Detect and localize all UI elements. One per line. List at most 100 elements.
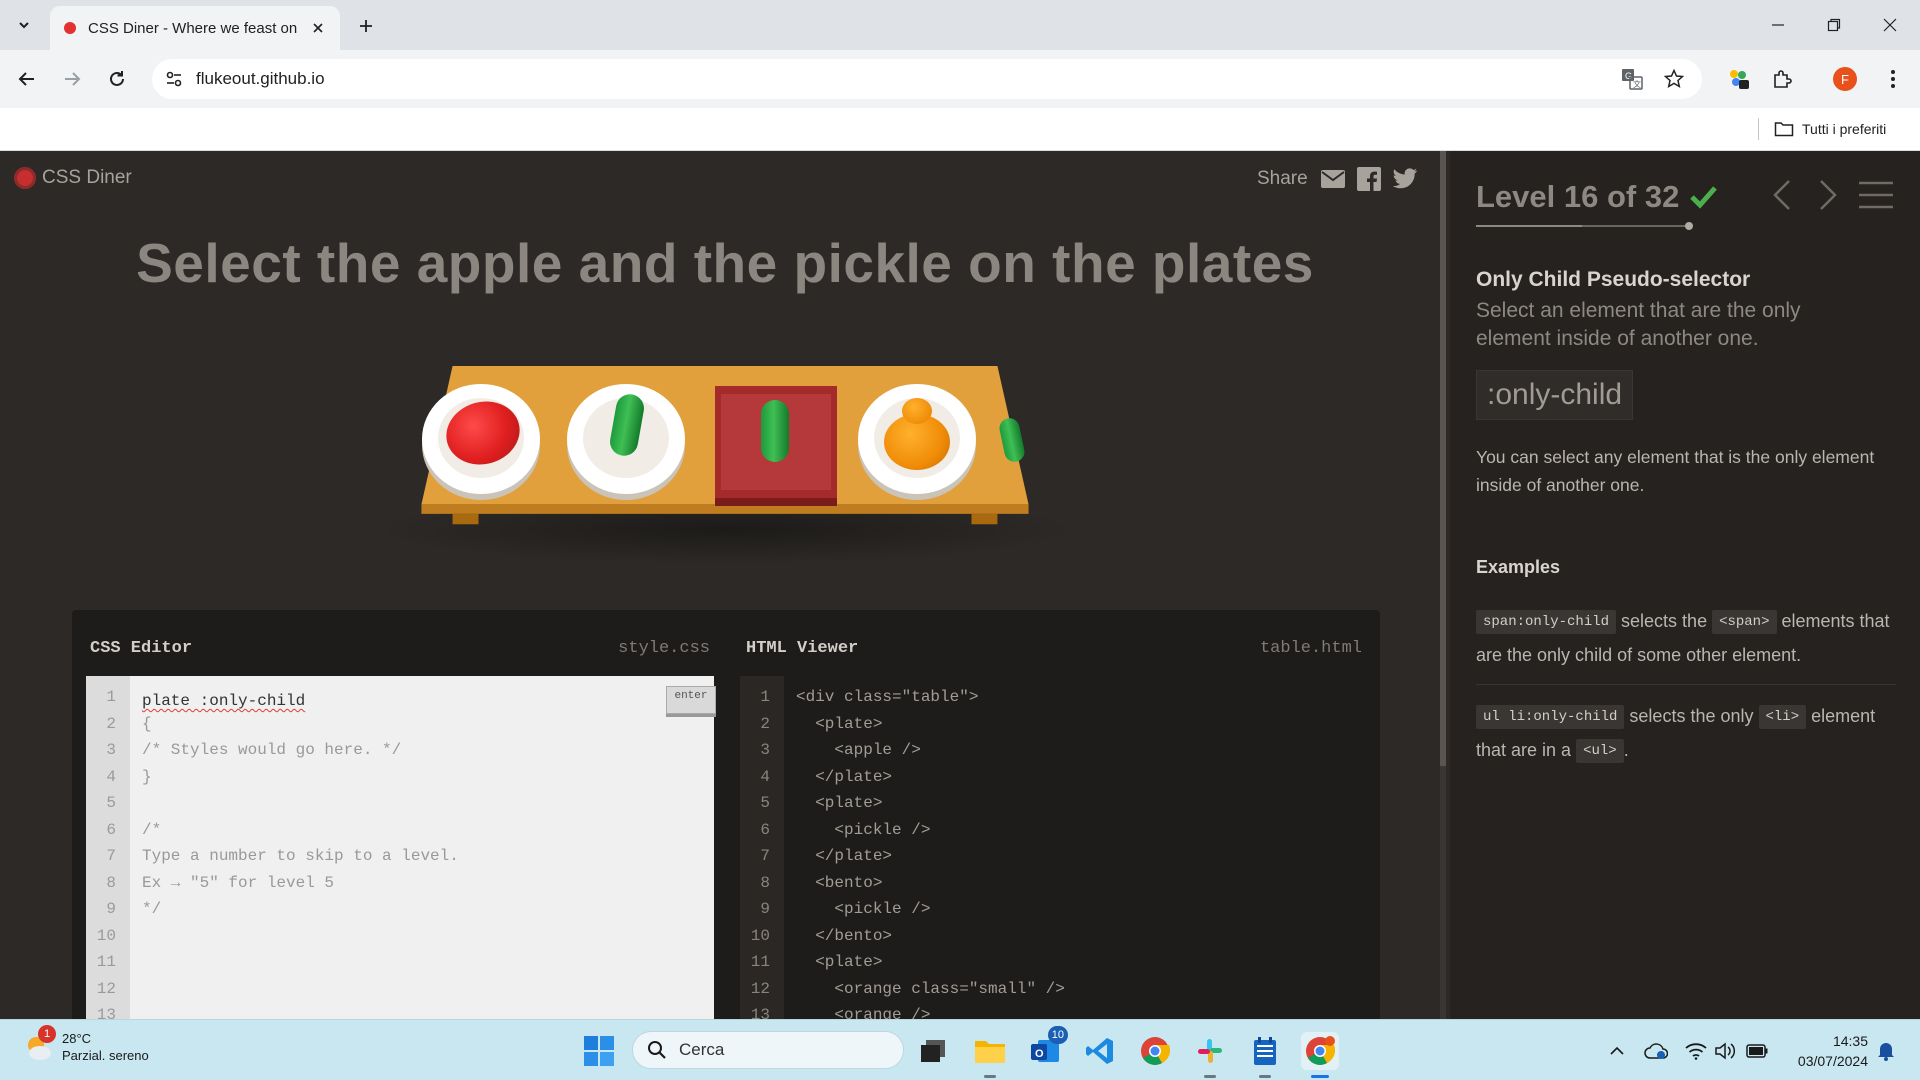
pickle[interactable] (761, 400, 789, 462)
new-tab-button[interactable] (352, 12, 380, 40)
enter-button[interactable]: enter (666, 686, 716, 714)
task-view-icon (921, 1040, 945, 1062)
profile-button[interactable]: F (1828, 62, 1862, 96)
css-line-numbers: 1 2 3 4 5 6 7 8 9 10 11 12 13 (86, 676, 130, 1019)
extension-color-button[interactable] (1722, 62, 1756, 96)
notepad-button[interactable] (1246, 1032, 1284, 1078)
weather-widget[interactable]: 1 28°C Parzial. sereno (22, 1025, 149, 1064)
restore-button[interactable] (1806, 0, 1862, 50)
minimize-icon (1772, 24, 1784, 26)
line-number: 1 (106, 688, 116, 706)
show-hidden-icons-button[interactable] (1605, 1039, 1629, 1063)
arrow-left-icon (18, 72, 34, 86)
taskbar-search[interactable]: Cerca (632, 1031, 904, 1069)
game-area: CSS Diner Share Select the apple and the… (0, 151, 1440, 1019)
html-viewer-body[interactable]: 1 2 3 4 5 6 7 8 9 10 11 12 13 <div class="table"> <p… (740, 676, 1370, 1019)
line-number: 10 (96, 926, 116, 945)
reload-button[interactable] (100, 62, 134, 96)
line-number: 6 (106, 820, 116, 839)
close-window-button[interactable] (1862, 0, 1918, 50)
code-line: <orange class="small" /> (796, 979, 1065, 998)
email-share-button[interactable] (1320, 166, 1346, 192)
plate-with-pickle[interactable] (567, 384, 685, 494)
battery-button[interactable] (1745, 1039, 1769, 1063)
weather-text: 28°C Parzial. sereno (62, 1030, 149, 1064)
clock-date: 03/07/2024 (1797, 1053, 1868, 1069)
translate-button[interactable]: G文 (1618, 65, 1646, 93)
volume-button[interactable] (1714, 1039, 1738, 1063)
bell-icon (1878, 1043, 1894, 1061)
level-indicator[interactable]: Level 16 of 32 (1476, 179, 1679, 215)
twitter-share-button[interactable] (1392, 166, 1418, 192)
all-bookmarks-button[interactable]: Tutti i preferiti (1774, 116, 1886, 142)
code-line: <pickle /> (796, 820, 931, 839)
code-line: <apple /> (796, 741, 921, 759)
html-viewer-header: HTML Viewer table.html (728, 610, 1380, 676)
notifications-button[interactable] (1874, 1039, 1898, 1063)
orange-small[interactable] (902, 398, 932, 424)
browser-tab-active[interactable]: CSS Diner - Where we feast on CSS Select… (50, 6, 340, 50)
code-line: </plate> (796, 767, 893, 786)
tab-close-button[interactable] (308, 18, 328, 38)
back-button[interactable] (10, 62, 44, 96)
outlook-button[interactable]: O 10 (1026, 1026, 1068, 1070)
bento-with-pickle[interactable] (715, 386, 837, 498)
line-number: 10 (750, 926, 770, 945)
site-info-button[interactable] (160, 65, 188, 93)
css-diner-logo[interactable]: CSS Diner (14, 167, 132, 189)
running-indicator (1204, 1075, 1216, 1078)
translate-icon: G文 (1622, 69, 1643, 90)
code-line: <plate> (796, 953, 883, 971)
clock[interactable]: 14:35 03/07/2024 (1782, 1031, 1868, 1071)
start-button[interactable] (582, 1034, 616, 1068)
twitter-icon (1392, 168, 1417, 189)
line-number: 2 (106, 714, 116, 733)
weather-temp: 28°C (62, 1031, 92, 1046)
game-scrollbar[interactable] (1440, 151, 1446, 1019)
favicon-icon (64, 22, 76, 34)
help-subtitle: Select an element that are the only elem… (1476, 299, 1801, 350)
minimize-button[interactable] (1750, 0, 1806, 50)
more-vertical-icon (1891, 70, 1895, 88)
forward-button[interactable] (55, 62, 89, 96)
vscode-icon (1086, 1038, 1113, 1064)
chrome-button[interactable] (1136, 1032, 1174, 1070)
svg-text:G: G (1625, 71, 1632, 81)
line-number: 13 (750, 1006, 770, 1019)
next-level-button[interactable] (1810, 175, 1846, 215)
address-bar[interactable]: flukeout.github.io G文 (152, 59, 1702, 99)
browser-tab-strip: CSS Diner - Where we feast on CSS Select… (0, 0, 1920, 50)
url-text[interactable]: flukeout.github.io (196, 69, 325, 89)
onedrive-button[interactable] (1644, 1039, 1668, 1063)
code-line: Ex → "5" for level 5 (142, 873, 335, 892)
slack-button[interactable] (1191, 1032, 1229, 1078)
extensions-button[interactable] (1765, 62, 1799, 96)
scrollbar-thumb[interactable] (1440, 151, 1446, 766)
chrome-profile-button[interactable] (1301, 1032, 1339, 1078)
file-explorer-button[interactable] (971, 1032, 1009, 1078)
code-line: </plate> (796, 847, 893, 865)
vscode-button[interactable] (1081, 1032, 1119, 1070)
line-number: 7 (760, 847, 770, 865)
outlook-badge: 10 (1047, 1026, 1068, 1044)
plate-with-apple[interactable] (422, 384, 540, 494)
code-line: /* Styles would go here. */ (142, 741, 402, 759)
level-menu-button[interactable] (1858, 175, 1894, 215)
previous-level-button[interactable] (1764, 175, 1800, 215)
css-editor-body[interactable]: 1 2 3 4 5 6 7 8 9 10 11 12 13 plate :only-child ente… (86, 676, 716, 1019)
task-view-button[interactable] (914, 1032, 952, 1070)
all-bookmarks-label: Tutti i preferiti (1802, 121, 1887, 137)
browser-menu-button[interactable] (1876, 62, 1910, 96)
example-2: ul li:only-child selects the only <li> e… (1476, 699, 1896, 767)
network-button[interactable] (1684, 1039, 1708, 1063)
plate-with-oranges[interactable] (858, 384, 976, 494)
close-icon (313, 23, 323, 33)
hamburger-menu-icon (1859, 181, 1893, 209)
help-title: Only Child Pseudo-selector (1476, 268, 1751, 291)
facebook-share-button[interactable] (1356, 166, 1382, 192)
tab-search-button[interactable] (8, 10, 40, 40)
level-sidebar: Level 16 of 32 Only Child Pseudo-selecto… (1450, 151, 1920, 1019)
bookmark-star-button[interactable] (1660, 65, 1688, 93)
css-selector-input[interactable]: plate :only-child (142, 688, 662, 714)
windows-logo-icon (584, 1036, 614, 1066)
